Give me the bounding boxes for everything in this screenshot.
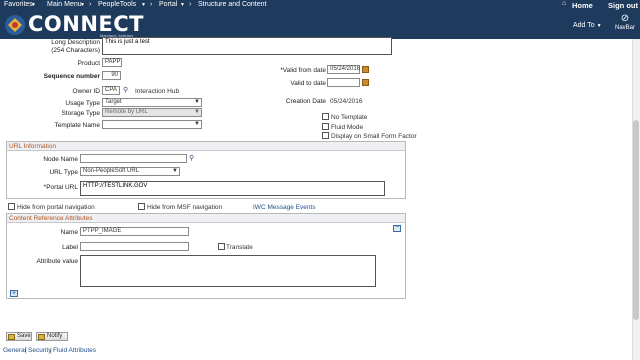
owner-id-field[interactable]: CPA [102,86,120,95]
valid-from-label: *Valid from date [280,67,326,74]
breadcrumb-structure[interactable]: Structure and Content [198,1,267,8]
compass-icon: ⊘ [620,13,630,24]
attribute-label-field[interactable] [80,242,189,251]
notify-button-label: Notify [47,333,63,339]
hide-msf-nav-label: Hide from MSF navigation [147,204,223,211]
template-name-label: Template Name [54,122,100,129]
main-menu[interactable]: Main Menu [47,1,82,8]
notify-icon [38,334,45,340]
long-description-label: Long Description [51,39,100,46]
portal-url-field[interactable] [80,181,385,196]
storage-type-select: Remote by URL ▼ [102,108,202,117]
usage-type-label: Usage Type [65,100,100,107]
no-template-checkbox[interactable] [322,113,329,120]
attribute-name-field[interactable]: PTPP_IMAGE [80,227,189,236]
home-icon[interactable]: ⌂ [562,0,566,7]
small-form-factor-checkbox[interactable] [322,132,329,139]
scrollbar-thumb[interactable] [633,120,639,320]
search-icon[interactable]: ⚲ [189,154,194,162]
fluid-mode-label: Fluid Mode [331,124,364,131]
attribute-label-label: Label [62,244,78,251]
small-form-factor-label: Display on Small Form Factor [331,133,417,140]
add-row-icon[interactable]: + [10,290,18,297]
calendar-icon[interactable] [362,79,369,86]
calendar-icon[interactable] [362,66,369,73]
chevron-down-icon: ▼ [596,23,602,29]
sequence-number-field[interactable]: 90 [102,71,121,80]
chevron-down-icon: ▼ [180,2,185,8]
long-description-hint: (254 Characters) [51,47,100,54]
translate-checkbox[interactable] [218,243,225,250]
search-icon[interactable]: ⚲ [123,86,128,94]
owner-id-label: Owner ID [72,88,100,95]
favorites-menu[interactable]: Favorites [4,1,33,8]
fluid-mode-checkbox[interactable] [322,123,329,130]
link-separator: | [50,347,52,354]
breadcrumb-peopletools[interactable]: PeopleTools [98,1,136,8]
translate-label: Translate [226,244,253,251]
usage-type-select[interactable]: Target ▼ [102,98,202,107]
breadcrumb-separator-icon: › [89,1,92,8]
chevron-down-icon: ▼ [194,121,200,127]
notify-button[interactable]: Notify [36,332,68,341]
url-type-select[interactable]: Non-PeopleSoft URL ▼ [80,167,180,176]
template-name-select[interactable]: ▼ [102,120,202,129]
chevron-down-icon: ▼ [172,168,178,174]
hide-portal-nav-checkbox[interactable] [8,203,15,210]
product-field[interactable]: PAPP [102,58,122,67]
valid-to-field[interactable] [327,78,360,87]
logo-icon [4,14,26,36]
tab-security[interactable]: Security [28,347,51,354]
delete-row-icon[interactable]: − [393,224,401,232]
sign-out-link[interactable]: Sign out [608,1,638,10]
url-type-value: Non-PeopleSoft URL [83,168,140,174]
navbar-button[interactable]: ⊘ NavBar [610,12,640,39]
sequence-number-label: Sequence number [43,73,100,80]
portal-url-label: *Portal URL [43,184,78,191]
creation-date-value: 05/24/2016 [330,98,363,105]
chevron-down-icon: ▼ [31,2,36,8]
long-description-field[interactable] [102,37,392,55]
usage-type-value: Target [105,99,122,105]
chevron-down-icon: ▼ [194,99,200,105]
hide-portal-nav-label: Hide from portal navigation [17,204,95,211]
save-icon [8,334,15,340]
save-button-label: Save [17,333,31,339]
chevron-down-icon: ▼ [141,2,146,8]
valid-from-field[interactable]: 05/24/2016 [327,65,360,74]
home-link[interactable]: Home [572,1,593,10]
url-information-title: URL Information [7,142,405,151]
breadcrumb-portal[interactable]: Portal [159,1,177,8]
breadcrumb-separator-icon: › [150,1,153,8]
breadcrumb-separator-icon: › [189,1,192,8]
storage-type-label: Storage Type [61,110,100,117]
navbar-label: NavBar [614,25,635,31]
tab-general[interactable]: General [3,347,26,354]
node-name-field[interactable] [80,154,187,163]
creation-date-label: Creation Date [285,98,326,105]
node-name-label: Node Name [43,156,78,163]
no-template-label: No Template [331,114,368,121]
save-button[interactable]: Save [6,332,32,341]
add-to-menu[interactable]: Add To ▼ [573,22,602,29]
chevron-down-icon: ▼ [194,109,200,115]
iwc-message-events-link[interactable]: IWC Message Events [253,204,316,211]
tab-fluid-attributes[interactable]: Fluid Attributes [53,347,96,354]
hide-msf-nav-checkbox[interactable] [138,203,145,210]
product-label: Product [77,60,100,67]
attribute-value-label: Attribute value [36,258,78,265]
attribute-name-label: Name [60,229,78,236]
owner-id-description: Interaction Hub [135,88,180,95]
valid-to-label: Valid to date [290,80,326,87]
top-menu-bar: Favorites ▼ Main Menu ▼ › PeopleTools ▼ … [0,0,640,11]
link-separator: | [25,347,27,354]
add-to-label: Add To [573,22,595,29]
attribute-value-field[interactable] [80,255,376,287]
chevron-down-icon: ▼ [80,2,85,8]
storage-type-value: Remote by URL [105,109,148,115]
content-reference-attributes-title: Content Reference Attributes [7,214,405,223]
url-type-label: URL Type [49,169,78,176]
